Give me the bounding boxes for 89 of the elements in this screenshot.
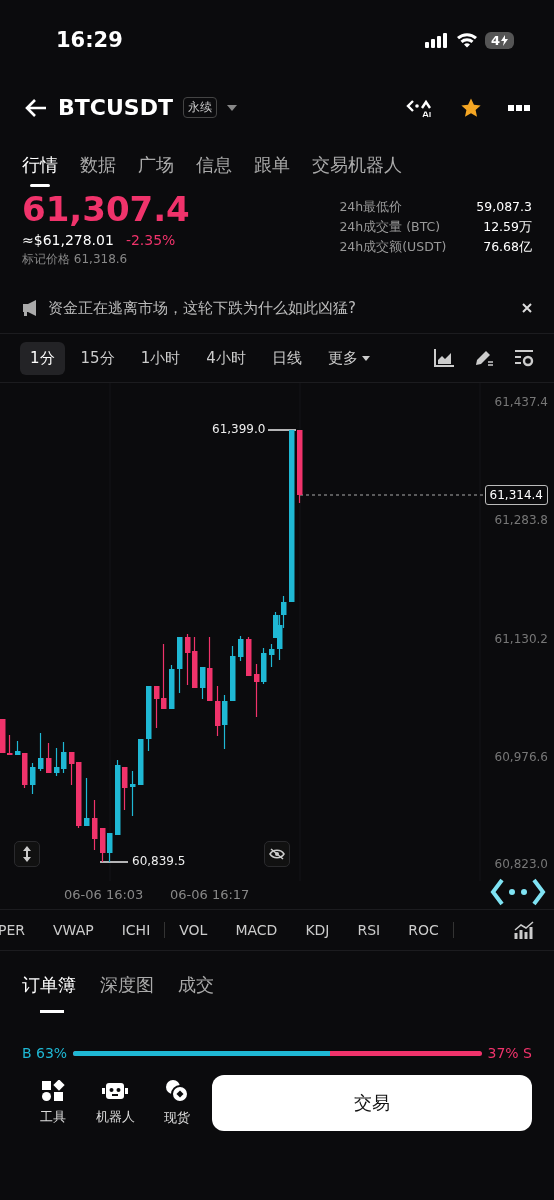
orderbook-tab[interactable]: 深度图 — [100, 969, 154, 1013]
toolbar-item[interactable]: 机器人 — [84, 1080, 146, 1126]
interval-tab[interactable]: 日线 — [261, 341, 312, 375]
candle — [38, 732, 44, 772]
contract-badge: 永续 — [182, 97, 217, 118]
stat-value: 76.68亿 — [482, 239, 532, 256]
bracket-dots-icon[interactable] — [490, 878, 546, 906]
leader-line — [267, 429, 297, 431]
candle — [130, 770, 136, 817]
candle — [246, 636, 252, 677]
price-axis-label: 60,823.0 — [494, 857, 548, 871]
mark-price: 标记价格 61,318.6 — [22, 251, 129, 269]
candle — [146, 685, 152, 752]
nav-tab[interactable]: 跟单 — [254, 143, 290, 187]
price-axis-label: 60,976.6 — [494, 750, 548, 764]
battery-level: 4 — [484, 31, 514, 49]
time-axis-label: 06-06 16:17 — [170, 887, 250, 902]
stat-value: 12.59万 — [482, 219, 532, 236]
interval-tab[interactable]: 更多 — [317, 341, 380, 375]
indicator-tab[interactable]: ICHI — [107, 922, 165, 938]
caret-icon — [361, 355, 370, 361]
candle — [238, 635, 244, 662]
price-axis-label: 61,283.8 — [494, 513, 548, 527]
nav-tab[interactable]: 行情 — [22, 143, 58, 187]
indicator-tab[interactable]: ROC — [394, 922, 453, 938]
star-icon[interactable] — [460, 96, 482, 119]
orderbook-tab[interactable]: 成交 — [178, 969, 214, 1013]
current-price-tag: 61,314.4 — [484, 485, 548, 505]
stat-label: 24h成交量 (BTC) — [339, 219, 442, 236]
candle — [138, 738, 144, 786]
settings-icon[interactable] — [514, 349, 534, 367]
indicator-tab[interactable]: PER — [0, 922, 39, 938]
indicator-tab[interactable]: RSI — [343, 922, 395, 938]
buy-ratio: B 63% — [22, 1045, 68, 1061]
sell-ratio: 37% S — [487, 1045, 532, 1061]
candle — [46, 742, 52, 774]
usd-price: ≈$61,278.01 — [22, 232, 114, 249]
trade-button[interactable]: 交易 — [212, 1075, 532, 1131]
announcement-text[interactable]: 资金正在逃离市场，这轮下跌为什么如此凶猛? — [48, 298, 514, 318]
ai-assistant-icon[interactable] — [406, 97, 434, 118]
robot-icon — [102, 1080, 128, 1102]
nav-tab[interactable]: 数据 — [80, 143, 116, 187]
stat-label: 24h成交额(USDT) — [339, 239, 447, 256]
indicator-chart-icon[interactable] — [514, 921, 534, 939]
last-price: 61,307.4 — [22, 191, 190, 229]
leader-line — [99, 861, 129, 863]
nav-tab[interactable]: 信息 — [196, 143, 232, 187]
candle — [30, 762, 36, 795]
interval-tab[interactable]: 1小时 — [130, 341, 191, 375]
candle — [169, 664, 175, 709]
candle — [84, 777, 90, 827]
indicator-tab[interactable]: MACD — [221, 922, 292, 938]
low-price-label: 60,839.5 — [132, 854, 186, 868]
pencil-icon[interactable] — [474, 349, 494, 367]
orderbook-tab[interactable]: 订单簿 — [22, 969, 76, 1013]
eye-hidden-icon[interactable] — [264, 841, 290, 867]
dropdown-caret-icon[interactable] — [226, 104, 237, 111]
area-chart-icon[interactable] — [434, 349, 454, 367]
stat-value: 59,087.3 — [476, 199, 532, 216]
charging-bolt-icon — [501, 34, 508, 46]
candle — [177, 636, 183, 694]
coins-icon — [165, 1079, 189, 1103]
indicator-tab[interactable]: KDJ — [291, 922, 344, 938]
high-price-label: 61,399.0 — [212, 422, 266, 436]
toolbar-item[interactable]: 现货 — [146, 1079, 208, 1127]
price-change: -2.35% — [125, 232, 176, 249]
wifi-icon — [455, 32, 478, 48]
more-icon[interactable] — [508, 104, 530, 111]
nav-tab[interactable]: 广场 — [138, 143, 174, 187]
interval-tab[interactable]: 1分 — [20, 341, 65, 375]
indicator-tab[interactable]: VOL — [165, 922, 222, 938]
nav-tab[interactable]: 交易机器人 — [312, 143, 402, 187]
vertical-resize-icon[interactable] — [14, 841, 40, 867]
stat-label: 24h最低价 — [339, 199, 404, 216]
back-arrow-icon[interactable] — [24, 97, 48, 118]
candle — [92, 799, 98, 851]
symbol-title: BTCUSDT — [58, 95, 173, 120]
grid-icon — [41, 1080, 65, 1102]
interval-tab[interactable]: 4小时 — [196, 341, 256, 375]
status-time: 16:29 — [56, 28, 123, 52]
price-axis-label: 61,437.4 — [494, 395, 548, 409]
candle — [269, 643, 275, 668]
toolbar-item[interactable]: 工具 — [22, 1080, 84, 1126]
signal-icon — [424, 32, 449, 48]
interval-tab[interactable]: 15分 — [70, 341, 125, 375]
candle — [230, 645, 236, 702]
price-axis-label: 61,130.2 — [494, 632, 548, 646]
time-axis-label: 06-06 16:03 — [64, 887, 144, 902]
indicator-tab[interactable]: VWAP — [39, 922, 108, 938]
